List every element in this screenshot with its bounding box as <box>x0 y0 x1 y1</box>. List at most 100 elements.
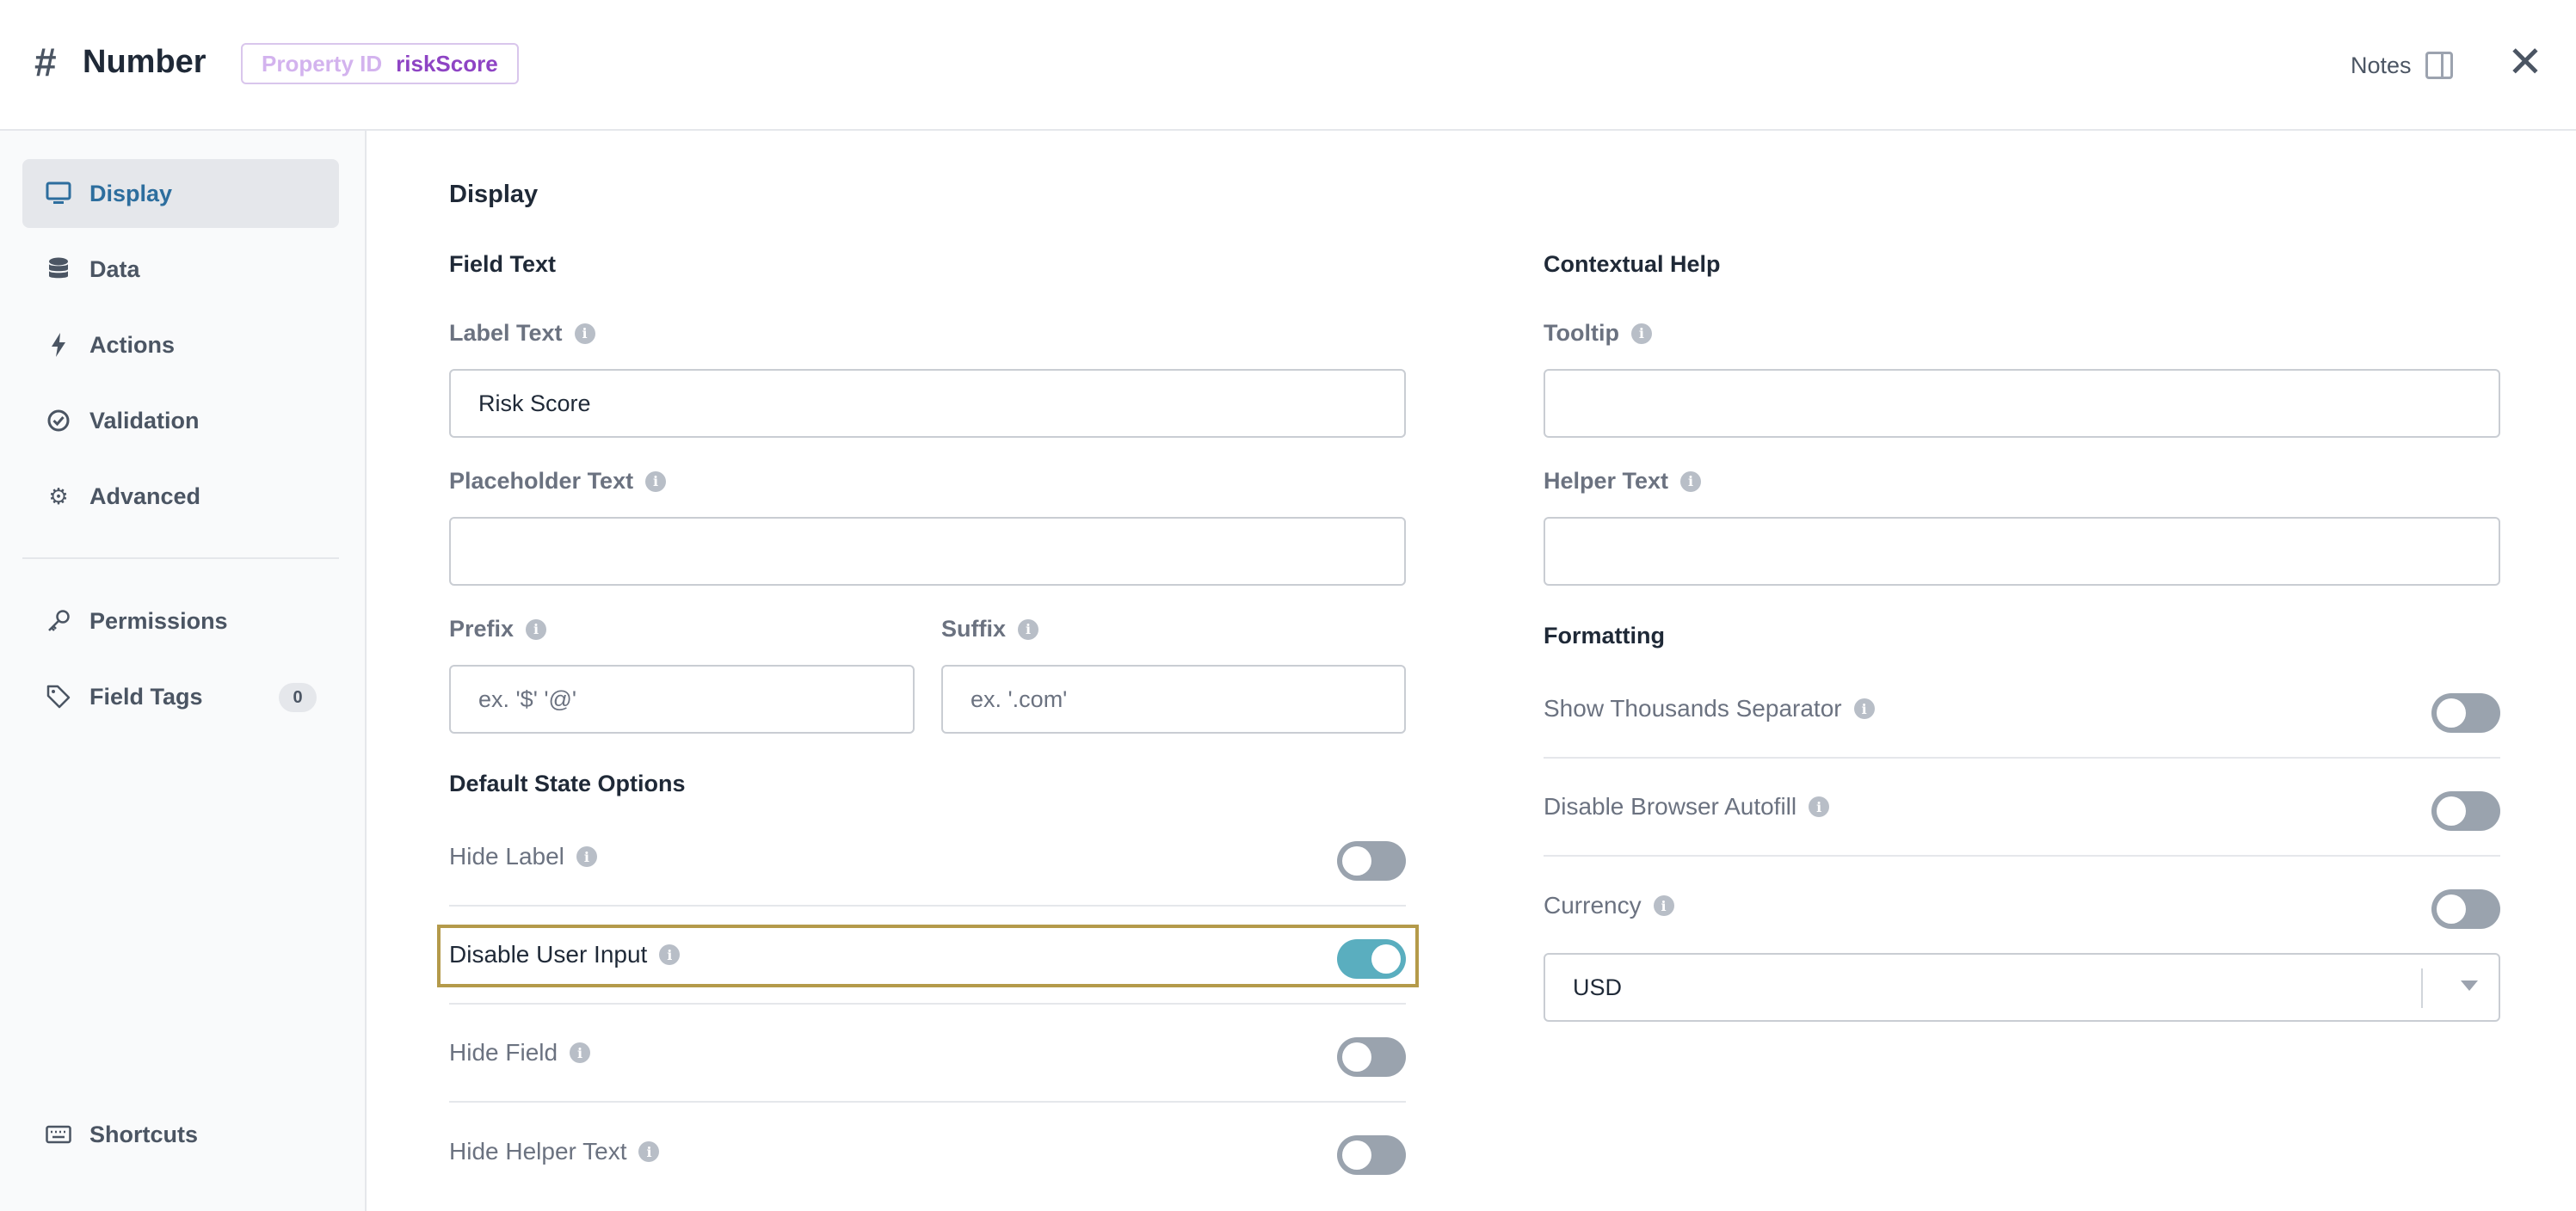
info-icon[interactable]: i <box>1809 796 1830 817</box>
tag-icon <box>45 683 72 710</box>
default-state-heading: Default State Options <box>449 771 686 796</box>
hide-label-label: Hide Label i <box>449 808 597 905</box>
label-text-input[interactable]: Risk Score <box>449 369 1406 438</box>
prefix-input[interactable]: ex. '$' '@' <box>449 665 915 734</box>
hide-helper-text-label: Hide Helper Text i <box>449 1103 660 1201</box>
hide-helper-text-row: Hide Helper Text i <box>449 1103 1406 1201</box>
thousands-separator-toggle[interactable] <box>2431 693 2500 733</box>
hide-field-label: Hide Field i <box>449 1005 591 1101</box>
sidebar-item-validation[interactable]: Validation <box>22 386 339 455</box>
sidebar-item-advanced[interactable]: ⚙ Advanced <box>22 462 339 531</box>
sidebar-item-actions[interactable]: Actions <box>22 310 339 379</box>
tooltip-input[interactable] <box>1544 369 2500 438</box>
thousands-separator-text: Show Thousands Separator <box>1544 695 1842 722</box>
focus-highlight <box>437 925 1419 987</box>
hide-label-toggle[interactable] <box>1337 841 1406 881</box>
hide-field-row: Hide Field i <box>449 1005 1406 1103</box>
page-title: Number <box>83 44 206 80</box>
info-icon[interactable]: i <box>574 323 595 344</box>
info-icon[interactable]: i <box>576 846 597 867</box>
info-icon[interactable]: i <box>645 470 667 492</box>
thousands-separator-label: Show Thousands Separator i <box>1544 661 1875 757</box>
keyboard-icon <box>45 1121 72 1148</box>
info-icon[interactable]: i <box>1853 698 1875 719</box>
key-icon <box>45 607 72 635</box>
contextual-help-heading: Contextual Help <box>1544 251 1721 277</box>
chevron-down-icon <box>2461 980 2478 991</box>
currency-row: Currency i <box>1544 857 2500 955</box>
sidebar-item-field-tags[interactable]: Field Tags 0 <box>22 662 339 731</box>
currency-select-value: USD <box>1573 974 1623 1000</box>
hide-helper-text-toggle[interactable] <box>1337 1135 1406 1175</box>
info-icon[interactable]: i <box>526 618 547 640</box>
bolt-icon <box>45 331 72 359</box>
thousands-separator-row: Show Thousands Separator i <box>1544 661 2500 759</box>
prefix-label-text: Prefix <box>449 616 515 642</box>
hash-icon: # <box>34 40 57 84</box>
prefix-label: Prefix i <box>449 616 547 642</box>
sidebar-item-shortcuts[interactable]: Shortcuts <box>22 1100 339 1169</box>
sidebar-item-label: Actions <box>89 331 176 358</box>
property-id-value: riskScore <box>396 50 498 77</box>
label-text-label-text: Label Text <box>449 320 563 346</box>
sidebar-item-permissions[interactable]: Permissions <box>22 587 339 655</box>
header: # Number Property ID riskScore Notes ✕ <box>0 0 2576 131</box>
label-text-label: Label Text i <box>449 320 595 347</box>
placeholder-text-label: Placeholder Text i <box>449 468 667 495</box>
property-id-key: Property ID <box>262 50 383 77</box>
database-icon <box>45 255 72 283</box>
field-tags-count-badge: 0 <box>279 683 317 712</box>
browser-autofill-text: Disable Browser Autofill <box>1544 793 1797 820</box>
currency-text: Currency <box>1544 892 1642 919</box>
check-circle-icon <box>45 407 72 434</box>
currency-select[interactable]: USD <box>1544 953 2500 1022</box>
suffix-label-text: Suffix <box>941 616 1007 642</box>
close-icon[interactable]: ✕ <box>2505 38 2545 86</box>
helper-text-label-text: Helper Text <box>1544 468 1669 494</box>
browser-autofill-toggle[interactable] <box>2431 791 2500 831</box>
select-separator <box>2421 968 2423 1008</box>
hide-field-toggle[interactable] <box>1337 1037 1406 1077</box>
info-icon[interactable]: i <box>1680 470 1702 492</box>
currency-label: Currency i <box>1544 857 1674 955</box>
sidebar-item-data[interactable]: Data <box>22 235 339 304</box>
info-icon[interactable]: i <box>570 1042 591 1063</box>
currency-toggle[interactable] <box>2431 889 2500 929</box>
info-icon[interactable]: i <box>638 1141 660 1162</box>
sidebar-item-label: Data <box>89 255 140 282</box>
tooltip-label: Tooltip i <box>1544 320 1652 347</box>
notes-button[interactable]: Notes <box>2351 43 2453 88</box>
info-icon[interactable]: i <box>1653 895 1674 916</box>
placeholder-text-label-text: Placeholder Text <box>449 468 634 494</box>
property-id-badge: Property ID riskScore <box>241 43 519 84</box>
panel-icon <box>2425 52 2453 79</box>
tooltip-label-text: Tooltip <box>1544 320 1619 346</box>
hide-field-text: Hide Field <box>449 1039 558 1066</box>
formatting-heading: Formatting <box>1544 623 1665 649</box>
sidebar-item-label: Display <box>89 180 173 206</box>
sidebar-item-display[interactable]: Display <box>22 159 339 228</box>
info-icon[interactable]: i <box>1018 618 1039 640</box>
info-icon[interactable]: i <box>1630 323 1652 344</box>
hide-label-text: Hide Label <box>449 843 564 870</box>
sidebar-item-label: Advanced <box>89 483 201 509</box>
section-title: Display <box>449 181 539 208</box>
gear-icon: ⚙ <box>48 483 69 509</box>
placeholder-text-input[interactable] <box>449 517 1406 586</box>
notes-label: Notes <box>2351 52 2412 78</box>
field-text-heading: Field Text <box>449 251 557 277</box>
suffix-input[interactable]: ex. '.com' <box>941 665 1406 734</box>
suffix-label: Suffix i <box>941 616 1039 642</box>
browser-autofill-label: Disable Browser Autofill i <box>1544 759 1830 855</box>
sidebar-item-label: Shortcuts <box>89 1121 199 1147</box>
hide-helper-text-text: Hide Helper Text <box>449 1138 627 1165</box>
sidebar-item-label: Permissions <box>89 607 228 634</box>
sidebar-item-label: Validation <box>89 407 200 433</box>
sidebar-item-label: Field Tags <box>89 683 203 710</box>
hide-label-row: Hide Label i <box>449 808 1406 907</box>
browser-autofill-row: Disable Browser Autofill i <box>1544 759 2500 857</box>
monitor-icon <box>45 180 72 207</box>
sidebar: Display Data Actions Validation ⚙ Advanc… <box>0 131 367 1211</box>
helper-text-input[interactable] <box>1544 517 2500 586</box>
helper-text-label: Helper Text i <box>1544 468 1702 495</box>
